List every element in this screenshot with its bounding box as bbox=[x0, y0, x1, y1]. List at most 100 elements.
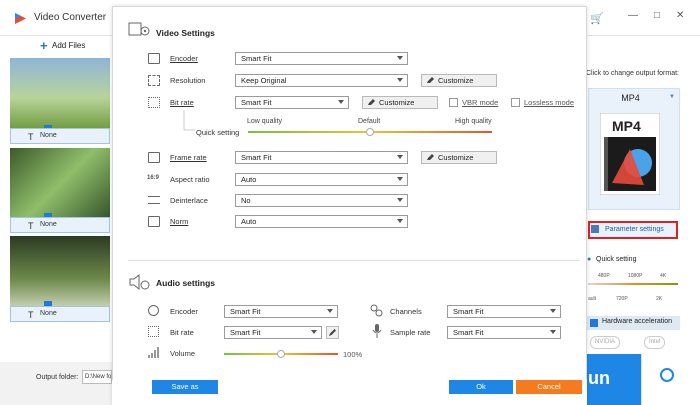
deinterlace-select[interactable]: No bbox=[235, 194, 408, 207]
frame-rate-customize-button[interactable]: Customize bbox=[421, 151, 497, 164]
app-title: Video Converter bbox=[34, 12, 107, 23]
audio-bitrate-select[interactable]: Smart Fit bbox=[224, 326, 322, 339]
dropdown-icon: ▼ bbox=[669, 94, 675, 100]
chevron-down-icon bbox=[397, 155, 403, 159]
sample-rate-select[interactable]: Smart Fit bbox=[447, 326, 561, 339]
aspect-ratio-icon: 16:9 bbox=[147, 175, 160, 181]
encoder-label[interactable]: Encoder bbox=[170, 54, 198, 63]
alarm-clock-icon[interactable] bbox=[660, 368, 674, 382]
chevron-down-icon bbox=[327, 309, 333, 313]
tick-label: 1080P bbox=[628, 273, 643, 279]
customize-label: Customize bbox=[438, 76, 474, 85]
nvidia-option[interactable]: NVIDIA bbox=[590, 336, 621, 349]
audio-encoder-label: Encoder bbox=[170, 307, 198, 316]
deinterlace-icon bbox=[148, 196, 160, 204]
encoder-select[interactable]: Smart Fit bbox=[235, 52, 408, 65]
pencil-icon bbox=[427, 77, 434, 83]
channels-label: Channels bbox=[390, 307, 422, 316]
deinterlace-value: No bbox=[241, 196, 251, 205]
frame-rate-label[interactable]: Frame rate bbox=[170, 153, 207, 162]
text-icon: T bbox=[28, 310, 34, 320]
video-thumbnail[interactable] bbox=[10, 148, 110, 220]
subtitle-select[interactable]: T None bbox=[10, 217, 110, 233]
norm-select[interactable]: Auto bbox=[235, 215, 408, 228]
cancel-button[interactable]: Cancel bbox=[516, 380, 582, 394]
subtitle-select[interactable]: T None bbox=[10, 128, 110, 144]
norm-value: Auto bbox=[241, 217, 257, 226]
pencil-icon bbox=[368, 99, 375, 105]
frame-rate-icon bbox=[148, 152, 160, 163]
tick-label: ault bbox=[588, 296, 597, 302]
parameter-settings-label: Parameter settings bbox=[605, 226, 664, 233]
audio-settings-icon bbox=[129, 273, 150, 291]
format-hint: Click to change output format: bbox=[586, 70, 679, 77]
hardware-acceleration-checkbox[interactable] bbox=[590, 319, 598, 327]
output-folder-input[interactable]: D:\New fo bbox=[82, 370, 112, 384]
settings-icon bbox=[591, 225, 599, 233]
vbr-mode-label[interactable]: VBR mode bbox=[462, 98, 498, 107]
mp4-icon-label: MP4 bbox=[612, 118, 641, 134]
text-icon: T bbox=[28, 132, 34, 142]
minimize-icon[interactable]: — bbox=[628, 10, 638, 21]
customize-label: Customize bbox=[438, 153, 474, 162]
bitrate-label[interactable]: Bit rate bbox=[170, 98, 194, 107]
microphone-icon bbox=[372, 324, 382, 338]
sample-rate-label: Sample rate bbox=[390, 328, 431, 337]
subtitle-select[interactable]: T None bbox=[10, 306, 110, 322]
audio-bitrate-label: Bit rate bbox=[170, 328, 194, 337]
save-as-button[interactable]: Save as bbox=[152, 380, 218, 394]
intel-option[interactable]: Intel bbox=[644, 336, 666, 349]
parameter-settings-button[interactable]: Parameter settings bbox=[588, 221, 678, 239]
aspect-ratio-value: Auto bbox=[241, 175, 257, 184]
subtitle-value: None bbox=[40, 132, 57, 139]
vbr-mode-checkbox[interactable] bbox=[449, 98, 458, 107]
pencil-icon[interactable] bbox=[326, 326, 339, 339]
run-button[interactable]: un bbox=[586, 354, 641, 405]
tick-label: 4K bbox=[660, 273, 667, 279]
lossless-mode-checkbox[interactable] bbox=[511, 98, 520, 107]
aspect-ratio-label: Aspect ratio bbox=[170, 175, 210, 184]
channels-icon bbox=[370, 304, 383, 317]
bitrate-select[interactable]: Smart Fit bbox=[235, 96, 349, 109]
deinterlace-label: Deinterlace bbox=[170, 196, 208, 205]
encoder-value: Smart Fit bbox=[241, 54, 272, 63]
quick-setting-slider[interactable] bbox=[588, 283, 678, 285]
resolution-select[interactable]: Keep Original bbox=[235, 74, 408, 87]
low-quality-label: Low quality bbox=[247, 118, 283, 125]
cart-icon[interactable]: 🛒 bbox=[590, 12, 604, 25]
audio-settings-title: Audio settings bbox=[156, 278, 216, 288]
bitrate-value: Smart Fit bbox=[241, 98, 272, 107]
chevron-down-icon bbox=[397, 56, 403, 60]
lossless-mode-label[interactable]: Lossless mode bbox=[524, 98, 574, 107]
ok-button[interactable]: Ok bbox=[449, 380, 513, 394]
video-thumbnail[interactable] bbox=[10, 236, 110, 308]
volume-knob[interactable] bbox=[277, 350, 285, 358]
audio-bitrate-value: Smart Fit bbox=[230, 328, 261, 337]
bullet-icon: ● bbox=[587, 256, 592, 263]
audio-encoder-select[interactable]: Smart Fit bbox=[224, 305, 338, 318]
resolution-value: Keep Original bbox=[241, 76, 287, 85]
encoder-icon bbox=[148, 53, 160, 64]
aspect-ratio-select[interactable]: Auto bbox=[235, 173, 408, 186]
norm-label[interactable]: Norm bbox=[170, 217, 188, 226]
bitrate-icon bbox=[148, 97, 160, 108]
high-quality-label: High quality bbox=[455, 118, 492, 125]
quick-setting-label: Quick setting bbox=[196, 128, 240, 137]
customize-label: Customize bbox=[379, 98, 415, 107]
volume-label: Volume bbox=[170, 349, 196, 358]
gpu-options: NVIDIA Intel bbox=[586, 336, 680, 350]
add-files-button[interactable]: Add Files bbox=[52, 41, 85, 50]
close-icon[interactable]: ✕ bbox=[676, 10, 684, 21]
maximize-icon[interactable]: □ bbox=[654, 10, 660, 21]
frame-rate-select[interactable]: Smart Fit bbox=[235, 151, 408, 164]
video-thumbnail[interactable] bbox=[10, 58, 110, 130]
resolution-customize-button[interactable]: Customize bbox=[421, 74, 497, 87]
format-name: MP4 bbox=[621, 93, 640, 103]
pencil-icon bbox=[427, 154, 434, 160]
tick-label: 720P bbox=[616, 296, 628, 302]
chevron-down-icon bbox=[397, 198, 403, 202]
channels-select[interactable]: Smart Fit bbox=[447, 305, 561, 318]
quick-setting-knob[interactable] bbox=[366, 128, 374, 136]
volume-icon bbox=[148, 347, 159, 358]
bitrate-customize-button[interactable]: Customize bbox=[362, 96, 438, 109]
